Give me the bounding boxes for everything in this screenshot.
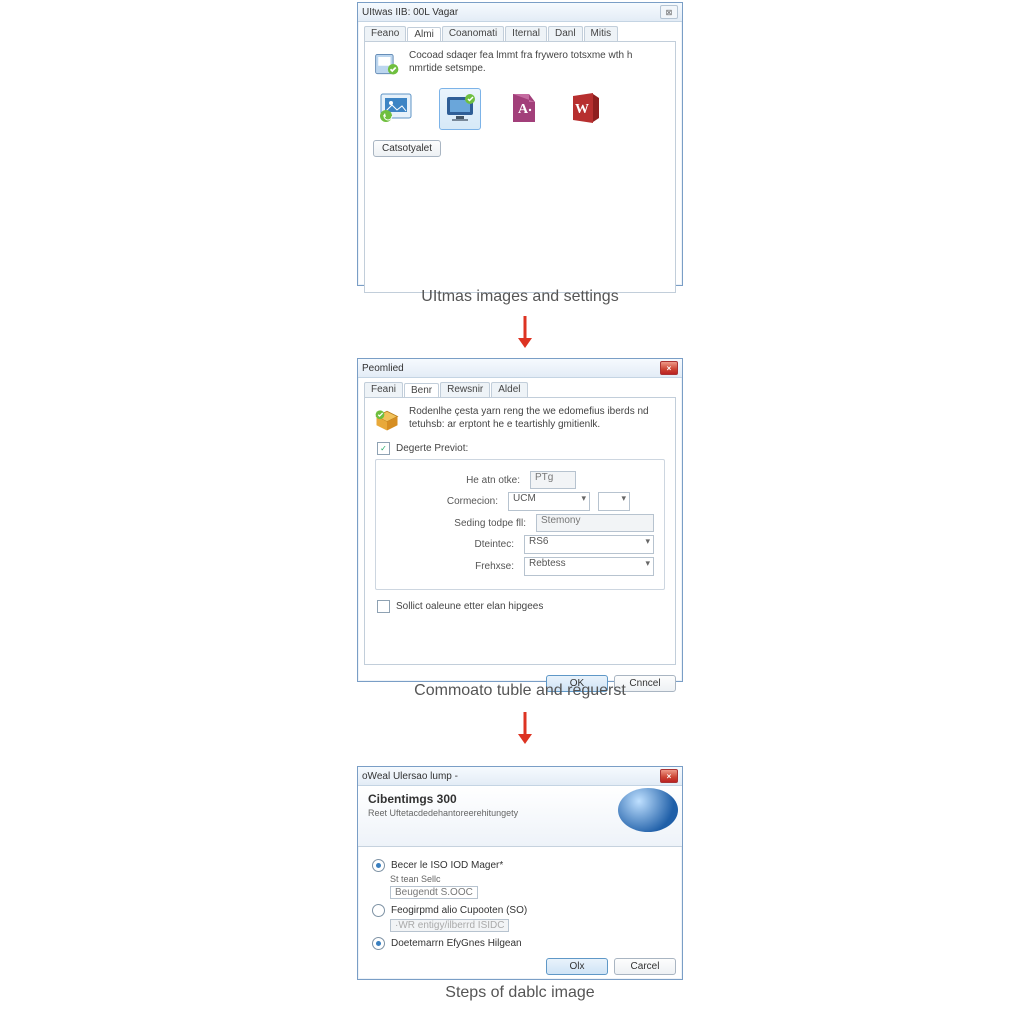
caption-step1: UItmas images and settings (360, 288, 680, 306)
dialog-connection: Peomlied × Feani Benr Rewsnir Aldel Rode… (357, 358, 683, 682)
cancel-button[interactable]: Carcel (614, 958, 676, 975)
installer-icon (373, 50, 401, 78)
select-connection-extra[interactable] (598, 492, 630, 511)
close-icon[interactable]: ⊠ (660, 5, 678, 19)
select-connection[interactable]: UCM (508, 492, 590, 511)
project-fieldset: He atn otke: PTg Cormecion: UCM Seding t… (375, 459, 665, 590)
radio-option2[interactable] (372, 904, 385, 917)
caption-step2: Commoato tuble and reguerst (360, 682, 680, 700)
field-healn[interactable]: PTg (530, 471, 576, 489)
catalog-button[interactable]: Catsotyalet (373, 140, 441, 157)
panel-description: Cocoad sdaqer fea lmmt fra frywero totsx… (409, 50, 667, 75)
tab-mitis[interactable]: Mitis (584, 26, 619, 41)
globe-icon (618, 788, 678, 832)
app-word-icon[interactable]: W (565, 88, 605, 128)
label-connection: Cormecion: (386, 496, 500, 507)
checkbox-sollict-label: Sollict oaleune etter elan hipgees (396, 601, 543, 612)
option2-input: ·WR entigy/ilberrd ISIDC (390, 919, 509, 932)
dialog-wizard: oWeal Ulersao lump - × Cibentimgs 300 Re… (357, 766, 683, 980)
radio-option2-label: Feogirpmd alio Cupooten (SO) (391, 905, 527, 916)
tab-feani[interactable]: Feani (364, 382, 403, 397)
box-icon (373, 406, 401, 434)
tab-aldel[interactable]: Aldel (491, 382, 527, 397)
tab-bar: Feano Almi Coanomati Iternal Danl Mitis (358, 22, 682, 41)
app-access-icon[interactable]: A (503, 88, 543, 128)
tab-feano[interactable]: Feano (364, 26, 406, 41)
fieldset-legend: Degerte Previot: (396, 443, 468, 454)
close-icon[interactable]: × (660, 769, 678, 783)
label-healn: He atn otke: (386, 475, 522, 486)
window-title: Peomlied (362, 363, 404, 374)
field-saving[interactable]: Stemony (536, 514, 654, 532)
app-icon-row: A W (377, 88, 667, 130)
select-delete[interactable]: RS6 (524, 535, 654, 554)
ok-button[interactable]: Olx (546, 958, 608, 975)
dialog-settings: UItwas IIB: 00L Vagar ⊠ Feano Almi Coano… (357, 2, 683, 286)
radio-option3-label: Doetemarrn EfyGnes Hilgean (391, 938, 522, 949)
label-prefix: Frehxse: (386, 561, 516, 572)
radio-option1-label: Becer le ISO IOD Mager* (391, 860, 503, 871)
tab-panel: Cocoad sdaqer fea lmmt fra frywero totsx… (364, 41, 676, 293)
tab-coanomati[interactable]: Coanomati (442, 26, 504, 41)
arrow-down-icon (516, 314, 534, 350)
wizard-header: Cibentimgs 300 Reet Uftetacdedehantoreer… (358, 786, 682, 847)
app-monitor-icon[interactable] (439, 88, 481, 130)
tab-rewsnir[interactable]: Rewsnir (440, 382, 490, 397)
tab-danl[interactable]: Danl (548, 26, 583, 41)
titlebar[interactable]: Peomlied × (358, 359, 682, 378)
caption-step3: Steps of dablc image (360, 984, 680, 1002)
radio-option3[interactable] (372, 937, 385, 950)
radio-option1[interactable] (372, 859, 385, 872)
titlebar[interactable]: oWeal Ulersao lump - × (358, 767, 682, 786)
svg-text:W: W (575, 102, 589, 117)
label-saving: Seding todpe fll: (386, 518, 528, 529)
arrow-down-icon (516, 710, 534, 746)
close-icon[interactable]: × (660, 361, 678, 375)
checkbox-degerte[interactable]: ✓ (377, 442, 390, 455)
svg-text:A: A (518, 102, 529, 117)
titlebar[interactable]: UItwas IIB: 00L Vagar ⊠ (358, 3, 682, 22)
select-prefix[interactable]: Rebtess (524, 557, 654, 576)
option1-subtext: St tean Sellc (390, 874, 668, 884)
panel-description: Rodenlhe çesta yarn reng the we edomefiu… (409, 406, 667, 431)
window-title: UItwas IIB: 00L Vagar (362, 7, 458, 18)
tab-bar: Feani Benr Rewsnir Aldel (358, 378, 682, 397)
tab-panel: Rodenlhe çesta yarn reng the we edomefiu… (364, 397, 676, 665)
window-title: oWeal Ulersao lump - (362, 771, 458, 782)
tab-iternal[interactable]: Iternal (505, 26, 547, 41)
tab-almi[interactable]: Almi (407, 27, 440, 42)
app-photo-icon[interactable] (377, 88, 417, 128)
wizard-body: Becer le ISO IOD Mager* St tean Sellc Be… (358, 847, 682, 954)
label-delete: Dteintec: (386, 539, 516, 550)
option1-input[interactable]: Beugendt S.OOC (390, 886, 478, 899)
button-bar: Olx Carcel (358, 954, 682, 981)
checkbox-sollict[interactable] (377, 600, 390, 613)
tab-benr[interactable]: Benr (404, 383, 439, 398)
